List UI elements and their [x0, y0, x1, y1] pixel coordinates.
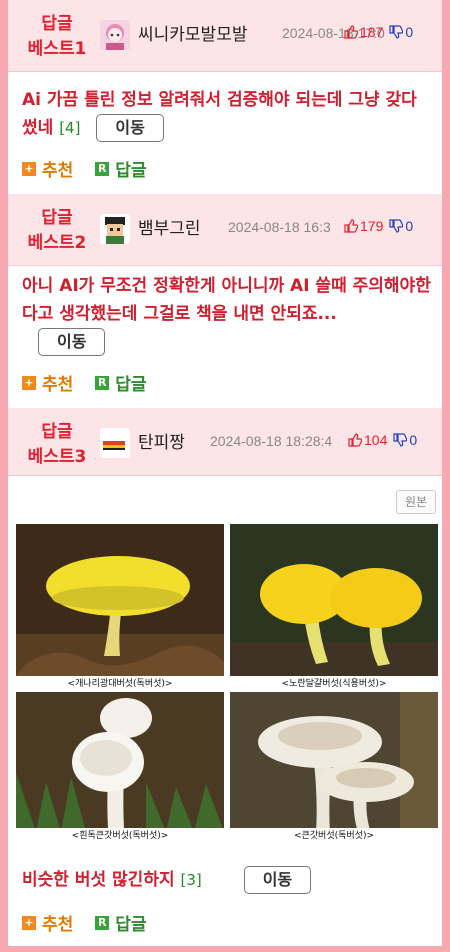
reply-r-icon: R: [95, 375, 110, 390]
vote-counts: 104 0: [348, 432, 417, 448]
reply-actions: + 추천 R 답글: [22, 910, 147, 935]
best-badge: 답글 베스트1: [27, 14, 87, 59]
thumbs-down-icon[interactable]: [389, 25, 404, 39]
reply-text: 아니 AI가 무조건 정확한게 아니니까 AI 쓸때 주의해야한다고 생각했는데…: [22, 272, 432, 356]
reply-header: 답글 베스트2 뱀부그린 2024-08-18 16:3 179 0: [8, 194, 442, 266]
recommend-button[interactable]: + 추천: [22, 910, 73, 935]
move-button[interactable]: 이동: [96, 114, 164, 142]
avatar[interactable]: [100, 214, 130, 244]
recommend-label: 추천: [42, 161, 74, 181]
reply-text: 비슷한 버섯 많긴하지 [3] 이동: [22, 866, 432, 894]
mushroom-photo: <흰독큰갓버섯(독버섯)>: [16, 692, 224, 844]
thumbs-up-icon[interactable]: [344, 219, 358, 233]
reply-text: Ai 가끔 틀린 정보 알려줘서 검증해야 되는데 그냥 갖다 썼네 [4] 이…: [22, 86, 432, 142]
nickname[interactable]: 씨니카모발모발: [138, 20, 247, 45]
mushroom-photo: <개나리광대버섯(독버섯)>: [16, 524, 224, 692]
reply-header: 답글 베스트1 씨니카모발모발 2024-08-18 17:0 187 0: [8, 0, 442, 72]
vote-counts: 187 0: [344, 24, 413, 40]
thumbs-down-icon[interactable]: [393, 433, 408, 447]
reply-body-text: 비슷한 버섯 많긴하지: [22, 870, 175, 890]
mushroom-photo: <큰갓버섯(독버섯)>: [230, 692, 438, 844]
reply-actions: + 추천 R 답글: [22, 370, 147, 395]
reply-label: 답글: [115, 375, 147, 395]
reply-actions: + 추천 R 답글: [22, 156, 147, 181]
reply-body-text: 아니 AI가 무조건 정확한게 아니니까 AI 쓸때 주의해야한다고 생각했는데…: [22, 276, 431, 324]
avatar[interactable]: [100, 428, 130, 458]
recommend-label: 추천: [42, 915, 74, 935]
reply-label: 답글: [115, 915, 147, 935]
reply-button[interactable]: R 답글: [95, 156, 147, 181]
vote-counts: 179 0: [344, 218, 413, 234]
plus-icon: +: [22, 161, 36, 176]
plus-icon: +: [22, 375, 36, 390]
downvote-count: 0: [405, 24, 414, 40]
image-caption: <개나리광대버섯(독버섯)>: [16, 676, 224, 692]
move-button[interactable]: 이동: [243, 866, 312, 894]
downvote-count: 0: [409, 432, 418, 448]
image-caption: <노란달걀버섯(식용버섯)>: [230, 676, 438, 692]
mushroom-photo: <노란달걀버섯(식용버섯)>: [230, 524, 438, 692]
mushroom-image[interactable]: <개나리광대버섯(독버섯)> <노란달걀버섯(식용버섯)> <흰독큰갓버섯(독버…: [16, 524, 438, 844]
reply-r-icon: R: [95, 161, 110, 176]
downvote-count: 0: [405, 218, 414, 234]
post-date: 2024-08-18 16:3: [228, 219, 331, 235]
reply-r-icon: R: [95, 915, 110, 930]
avatar[interactable]: [100, 20, 130, 50]
original-image-button[interactable]: 원본: [396, 490, 436, 514]
recommend-button[interactable]: + 추천: [22, 370, 73, 395]
best-replies-panel: 답글 베스트1 씨니카모발모발 2024-08-18 17:0 187 0 Ai…: [8, 0, 442, 946]
comment-count: [4]: [59, 119, 81, 137]
upvote-count: 179: [360, 218, 384, 234]
move-button[interactable]: 이동: [38, 328, 106, 356]
thumbs-up-icon[interactable]: [344, 25, 358, 39]
recommend-label: 추천: [42, 375, 74, 395]
reply-button[interactable]: R 답글: [95, 910, 147, 935]
nickname[interactable]: 탄피짱: [138, 428, 185, 453]
image-caption: <큰갓버섯(독버섯)>: [230, 828, 438, 844]
reply-header: 답글 베스트3 탄피짱 2024-08-18 18:28:4 104 0: [8, 408, 442, 476]
thumbs-down-icon[interactable]: [389, 219, 404, 233]
thumbs-up-icon[interactable]: [348, 433, 362, 447]
recommend-button[interactable]: + 추천: [22, 156, 73, 181]
upvote-count: 187: [360, 24, 384, 40]
best-badge: 답글 베스트3: [27, 422, 87, 467]
post-date: 2024-08-18 18:28:4: [210, 433, 333, 449]
reply-body-text: Ai 가끔 틀린 정보 알려줘서 검증해야 되는데 그냥 갖다 썼네: [22, 90, 417, 138]
reply-button[interactable]: R 답글: [95, 370, 147, 395]
reply-label: 답글: [115, 161, 147, 181]
best-badge: 답글 베스트2: [27, 208, 87, 253]
plus-icon: +: [22, 915, 36, 930]
upvote-count: 104: [364, 432, 388, 448]
nickname[interactable]: 뱀부그린: [138, 214, 201, 239]
image-caption: <흰독큰갓버섯(독버섯)>: [16, 828, 224, 844]
comment-count: [3]: [180, 871, 202, 889]
